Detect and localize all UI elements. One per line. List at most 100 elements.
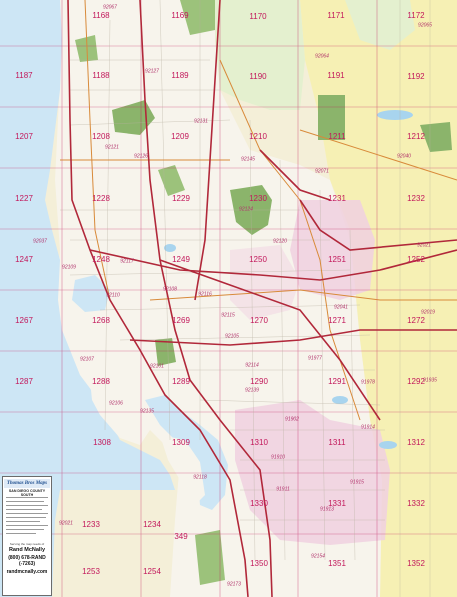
grid-page-label: 1291 <box>328 377 346 386</box>
grid-page-label: 1211 <box>328 132 346 141</box>
map-canvas: 1168 1169 1170 1171 1172 1187 1188 1189 1190 1191… <box>0 0 457 597</box>
grid-page-label: 1247 <box>15 255 33 264</box>
zip-code-label: 91910 <box>271 454 285 461</box>
zip-code-label: 91911 <box>276 486 290 493</box>
zip-code-label: 92120 <box>273 238 287 245</box>
zip-code-label: 92071 <box>315 168 329 175</box>
park-tijuana-river <box>195 530 225 585</box>
grid-page-label: 1308 <box>93 438 111 447</box>
grid-page-label: 1332 <box>407 499 425 508</box>
grid-page-label: 1268 <box>92 316 110 325</box>
grid-page-label: 1170 <box>249 12 267 21</box>
zip-code-label: 92065 <box>418 22 432 29</box>
zip-code-label: 92109 <box>62 264 76 271</box>
legend-text-line <box>6 505 48 506</box>
legend-text-line <box>6 533 36 534</box>
zip-code-label: 91915 <box>350 479 364 486</box>
zip-code-label: 92131 <box>194 118 208 125</box>
zip-code-label: 92124 <box>239 206 253 213</box>
zip-code-label: 92173 <box>227 581 241 588</box>
legend-text-line <box>6 513 48 514</box>
zip-code-label: 92110 <box>106 292 120 299</box>
grid-page-label: 1230 <box>249 194 267 203</box>
grid-page-label: 1190 <box>249 72 267 81</box>
zip-code-label: 92118 <box>193 474 207 481</box>
grid-page-label: 1288 <box>92 377 110 386</box>
grid-page-label: 1227 <box>15 194 33 203</box>
grid-page-label: 1253 <box>82 567 100 576</box>
grid-page-label: 1267 <box>15 316 33 325</box>
grid-page-label: 1251 <box>328 255 346 264</box>
zip-code-label: 92021 <box>417 242 431 249</box>
zip-code-label: 92126 <box>134 153 148 160</box>
zip-code-label: 92108 <box>163 286 177 293</box>
legend-text-line <box>6 525 48 526</box>
grid-page-label: 1287 <box>15 377 33 386</box>
legend-small-text: Serving the map needs of <box>9 542 45 546</box>
grid-page-label: 1289 <box>172 377 190 386</box>
zip-code-label: 92106 <box>109 400 123 407</box>
grid-page-label: 1352 <box>407 559 425 568</box>
map-legend: Thomas Bros Maps SAN DIEGO COUNTY SOUTH … <box>2 476 52 596</box>
grid-page-label: 1270 <box>250 316 268 325</box>
zip-code-label: 92135 <box>140 408 154 415</box>
grid-page-label: 1210 <box>249 132 267 141</box>
grid-page-label: 1249 <box>172 255 190 264</box>
lake-jennings <box>377 110 413 120</box>
grid-page-label: 1191 <box>327 71 345 80</box>
zip-code-label: 92041 <box>334 304 348 311</box>
grid-page-label: 1192 <box>407 72 425 81</box>
grid-page-label: 1233 <box>82 520 100 529</box>
sweetwater-reservoir <box>332 396 348 404</box>
grid-page-label: 1269 <box>172 316 190 325</box>
otay-lake <box>379 441 397 449</box>
grid-page-label: 1172 <box>407 11 425 20</box>
zip-code-label: 91913 <box>320 506 334 513</box>
grid-page-label: 1212 <box>407 132 425 141</box>
grid-page-label: 1187 <box>15 71 33 80</box>
grid-page-label: 1248 <box>92 255 110 264</box>
legend-subtitle: SAN DIEGO COUNTY SOUTH <box>8 489 46 497</box>
zip-code-label: 92139 <box>245 387 259 394</box>
zip-code-label: 92107 <box>80 356 94 363</box>
grid-page-label: 1351 <box>328 559 346 568</box>
grid-page-label: 1207 <box>15 132 33 141</box>
grid-page-label: 1312 <box>407 438 425 447</box>
zip-code-label: 92127 <box>145 68 159 75</box>
zip-code-label: 91935 <box>423 377 437 384</box>
grid-page-label: 1330 <box>250 499 268 508</box>
zip-code-label: 92040 <box>397 153 411 160</box>
zip-code-label: 92019 <box>421 309 435 316</box>
grid-page-label: 1232 <box>407 194 425 203</box>
grid-page-label: 1350 <box>250 559 268 568</box>
grid-page-label: 1310 <box>250 438 268 447</box>
grid-page-label: 1231 <box>328 194 346 203</box>
grid-page-label: 1234 <box>143 520 161 529</box>
grid-page-label: 1188 <box>92 71 110 80</box>
grid-page-label: 1290 <box>250 377 268 386</box>
legend-text-line <box>6 497 48 498</box>
grid-page-label: 1189 <box>171 71 189 80</box>
legend-text-line <box>6 521 40 522</box>
grid-page-label: 1209 <box>171 132 189 141</box>
grid-page-label: 1228 <box>92 194 110 203</box>
grid-page-label: 1168 <box>92 11 110 20</box>
grid-page-label: 1254 <box>143 567 161 576</box>
zip-code-label: 92121 <box>105 144 119 151</box>
zip-code-label: 91902 <box>285 416 299 423</box>
grid-page-label: 1252 <box>407 255 425 264</box>
grid-page-label: 1208 <box>92 132 110 141</box>
legend-title: Thomas Bros Maps <box>4 479 50 488</box>
zip-code-label: 92037 <box>33 238 47 245</box>
legend-text-line <box>6 509 42 510</box>
legend-text-line <box>6 501 44 502</box>
zip-code-label: 91978 <box>361 379 375 386</box>
grid-page-label: 1250 <box>249 255 267 264</box>
grid-page-label: 1171 <box>327 11 345 20</box>
zip-code-label: 92101 <box>150 363 164 370</box>
legend-text-line <box>6 529 44 530</box>
legend-advertisement: Serving the map needs of Rand McNally (8… <box>3 542 51 575</box>
zip-code-label: 91977 <box>308 355 322 362</box>
grid-page-label: 1311 <box>328 438 346 447</box>
zip-code-label: 91914 <box>361 424 375 431</box>
